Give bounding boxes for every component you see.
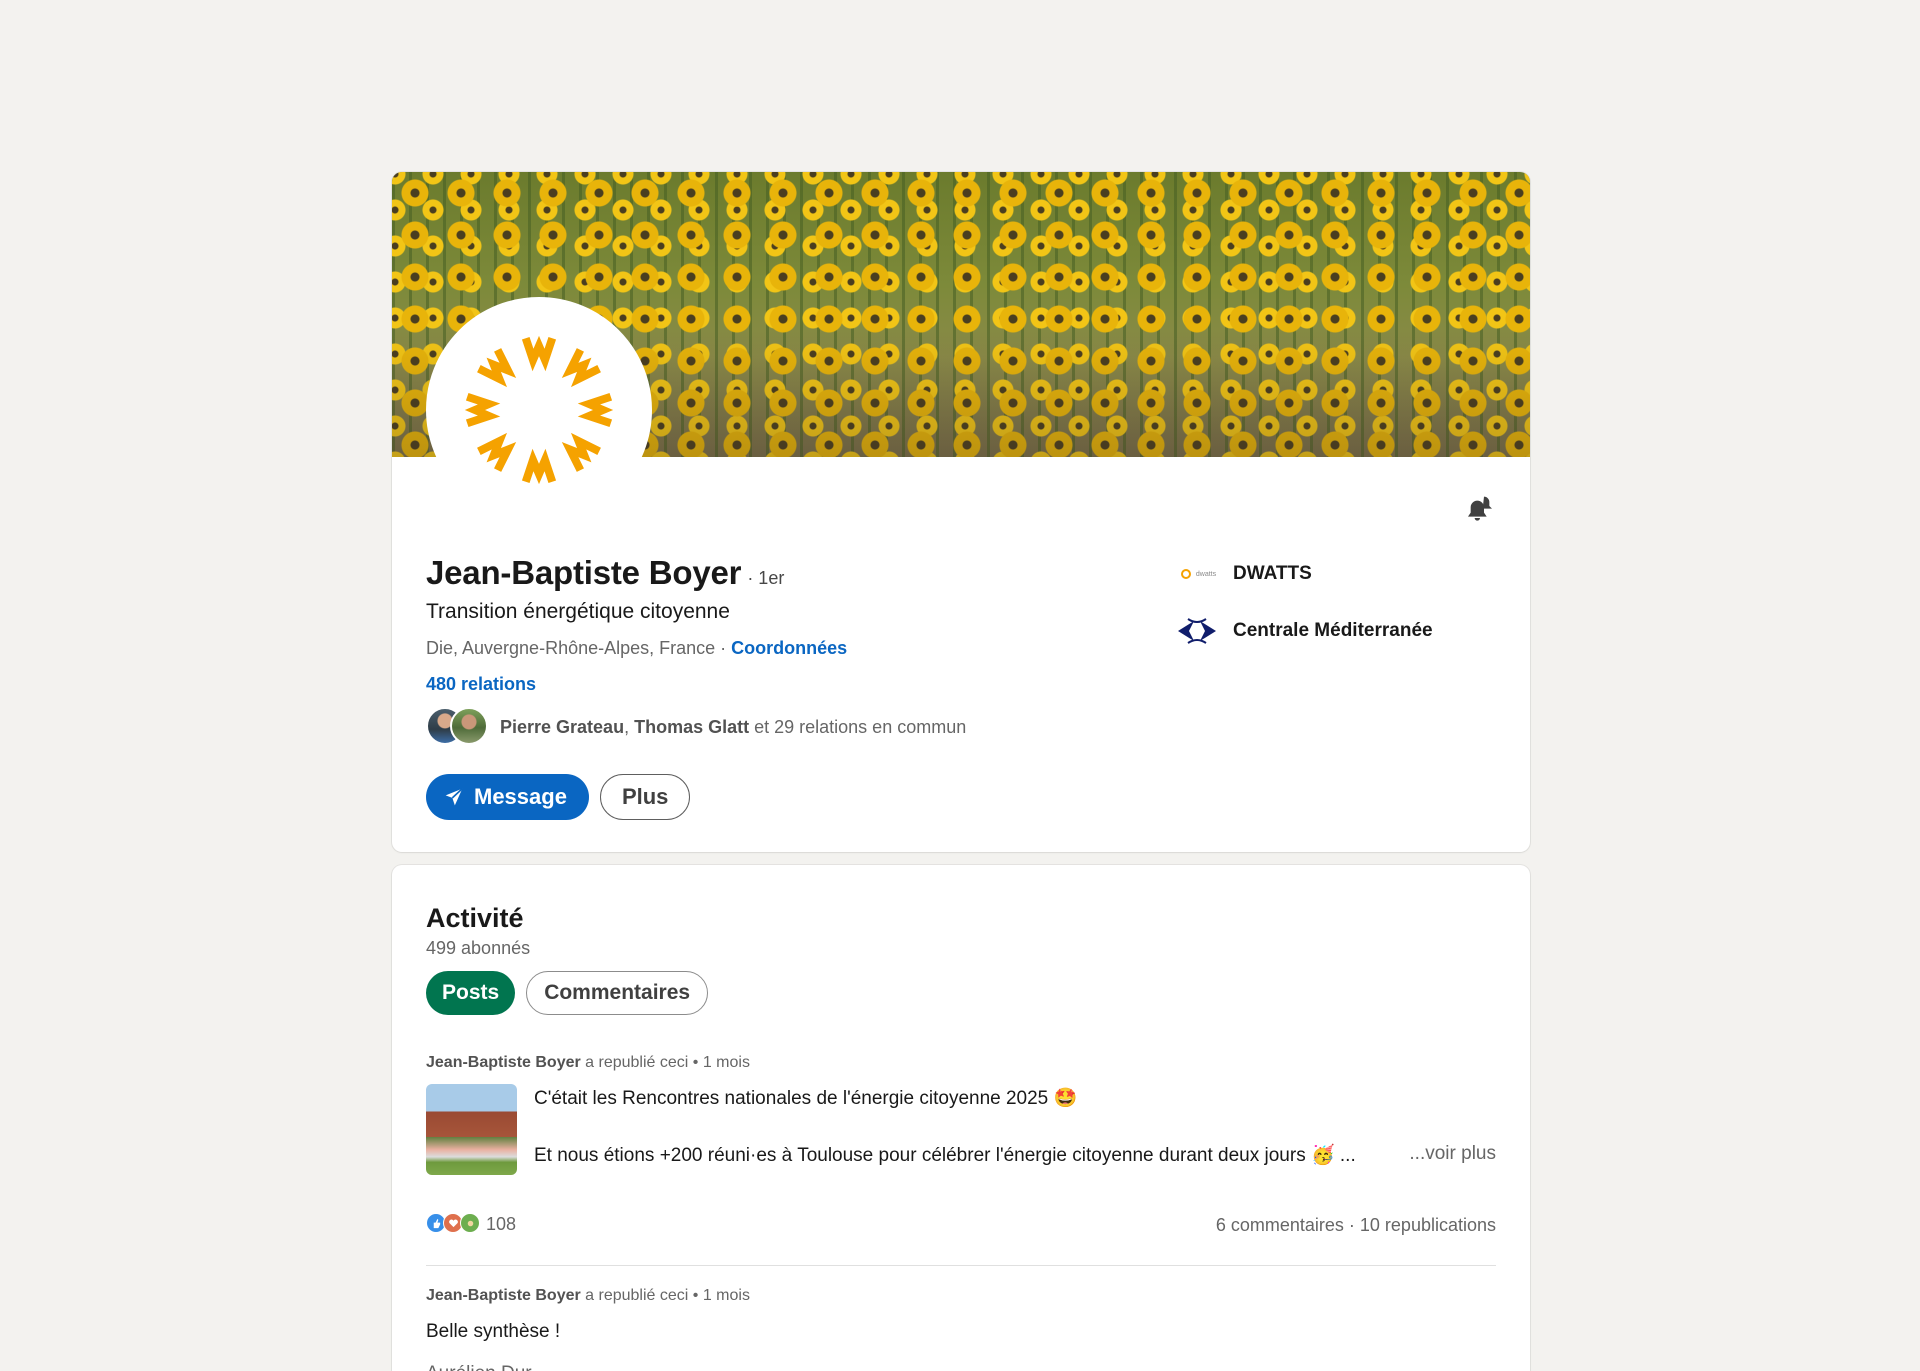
- dwatts-logo: dwatts: [1173, 557, 1221, 591]
- support-reaction-icon: [460, 1213, 480, 1233]
- profile-name-row: Jean-Baptiste Boyer · 1er: [426, 554, 784, 592]
- avatar: [450, 707, 488, 745]
- connection-degree: · 1er: [747, 568, 785, 588]
- profile-avatar[interactable]: [426, 297, 652, 523]
- post-meta: Jean-Baptiste Boyer a republié ceci • 1 …: [426, 1287, 750, 1304]
- mutual-count-text: et 29 relations en commun: [749, 716, 967, 737]
- profile-card: Jean-Baptiste Boyer · 1er Transition éne…: [392, 172, 1530, 852]
- activity-card: Activité 499 abonnés Posts Commentaires …: [392, 865, 1530, 1371]
- profile-location-row: Die, Auvergne-Rhône-Alpes, France · Coor…: [426, 638, 847, 659]
- post-thumbnail[interactable]: [426, 1084, 517, 1175]
- followers-count: 499 abonnés: [426, 938, 531, 958]
- more-button[interactable]: Plus: [599, 774, 691, 820]
- experience-summary: dwatts DWATTS Centrale Méditerranée: [1173, 554, 1433, 668]
- tab-comments[interactable]: Commentaires: [526, 971, 709, 1015]
- mutual-connections[interactable]: Pierre Grateau, Thomas Glatt et 29 relat…: [426, 707, 966, 747]
- activity-title: Activité: [426, 903, 524, 933]
- post-author[interactable]: Jean-Baptiste Boyer: [426, 1287, 581, 1304]
- activity-tabs: Posts Commentaires: [426, 971, 709, 1015]
- centrale-mediterranee-logo: [1173, 614, 1221, 648]
- mutual-avatars: [426, 707, 490, 747]
- profile-actions: Message Plus: [426, 774, 691, 820]
- company-dwatts[interactable]: dwatts DWATTS: [1173, 554, 1433, 594]
- post-text-line: Aurélien Dur...: [426, 1363, 546, 1371]
- profile-name: Jean-Baptiste Boyer: [426, 554, 742, 591]
- message-button[interactable]: Message: [426, 774, 589, 820]
- post-stats[interactable]: 6 commentaires · 10 republications: [1216, 1215, 1496, 1236]
- profile-headline: Transition énergétique citoyenne: [426, 600, 730, 623]
- notification-bell-button[interactable]: [1460, 490, 1500, 530]
- see-more-link[interactable]: ...voir plus: [1409, 1143, 1496, 1165]
- post-author[interactable]: Jean-Baptiste Boyer: [426, 1054, 581, 1071]
- reactions-summary[interactable]: 108: [426, 1213, 516, 1235]
- post-text-line: C'était les Rencontres nationales de l'é…: [534, 1088, 1078, 1109]
- company-name: Centrale Méditerranée: [1233, 620, 1433, 641]
- tab-posts[interactable]: Posts: [426, 971, 516, 1015]
- company-name: DWATTS: [1233, 563, 1312, 584]
- send-icon: [445, 788, 463, 806]
- post-text-line: Et nous étions +200 réuni·es à Toulouse …: [534, 1145, 1356, 1166]
- relations-link[interactable]: 480 relations: [426, 674, 536, 695]
- bell-plus-icon: [1468, 496, 1492, 521]
- profile-location: Die, Auvergne-Rhône-Alpes, France ·: [426, 638, 732, 658]
- message-button-label: Message: [474, 784, 567, 809]
- sun-logo-icon: [464, 335, 614, 485]
- mutual-name-2: Thomas Glatt: [634, 716, 750, 737]
- reaction-count: 108: [486, 1213, 517, 1234]
- post-meta: Jean-Baptiste Boyer a republié ceci • 1 …: [426, 1054, 750, 1071]
- mutual-name-1: Pierre Grateau: [500, 716, 625, 737]
- post-divider: [426, 1265, 1496, 1266]
- contact-info-link[interactable]: Coordonnées: [731, 638, 847, 658]
- post-text-line: Belle synthèse !: [426, 1321, 561, 1342]
- company-centrale-mediterranee[interactable]: Centrale Méditerranée: [1173, 611, 1433, 651]
